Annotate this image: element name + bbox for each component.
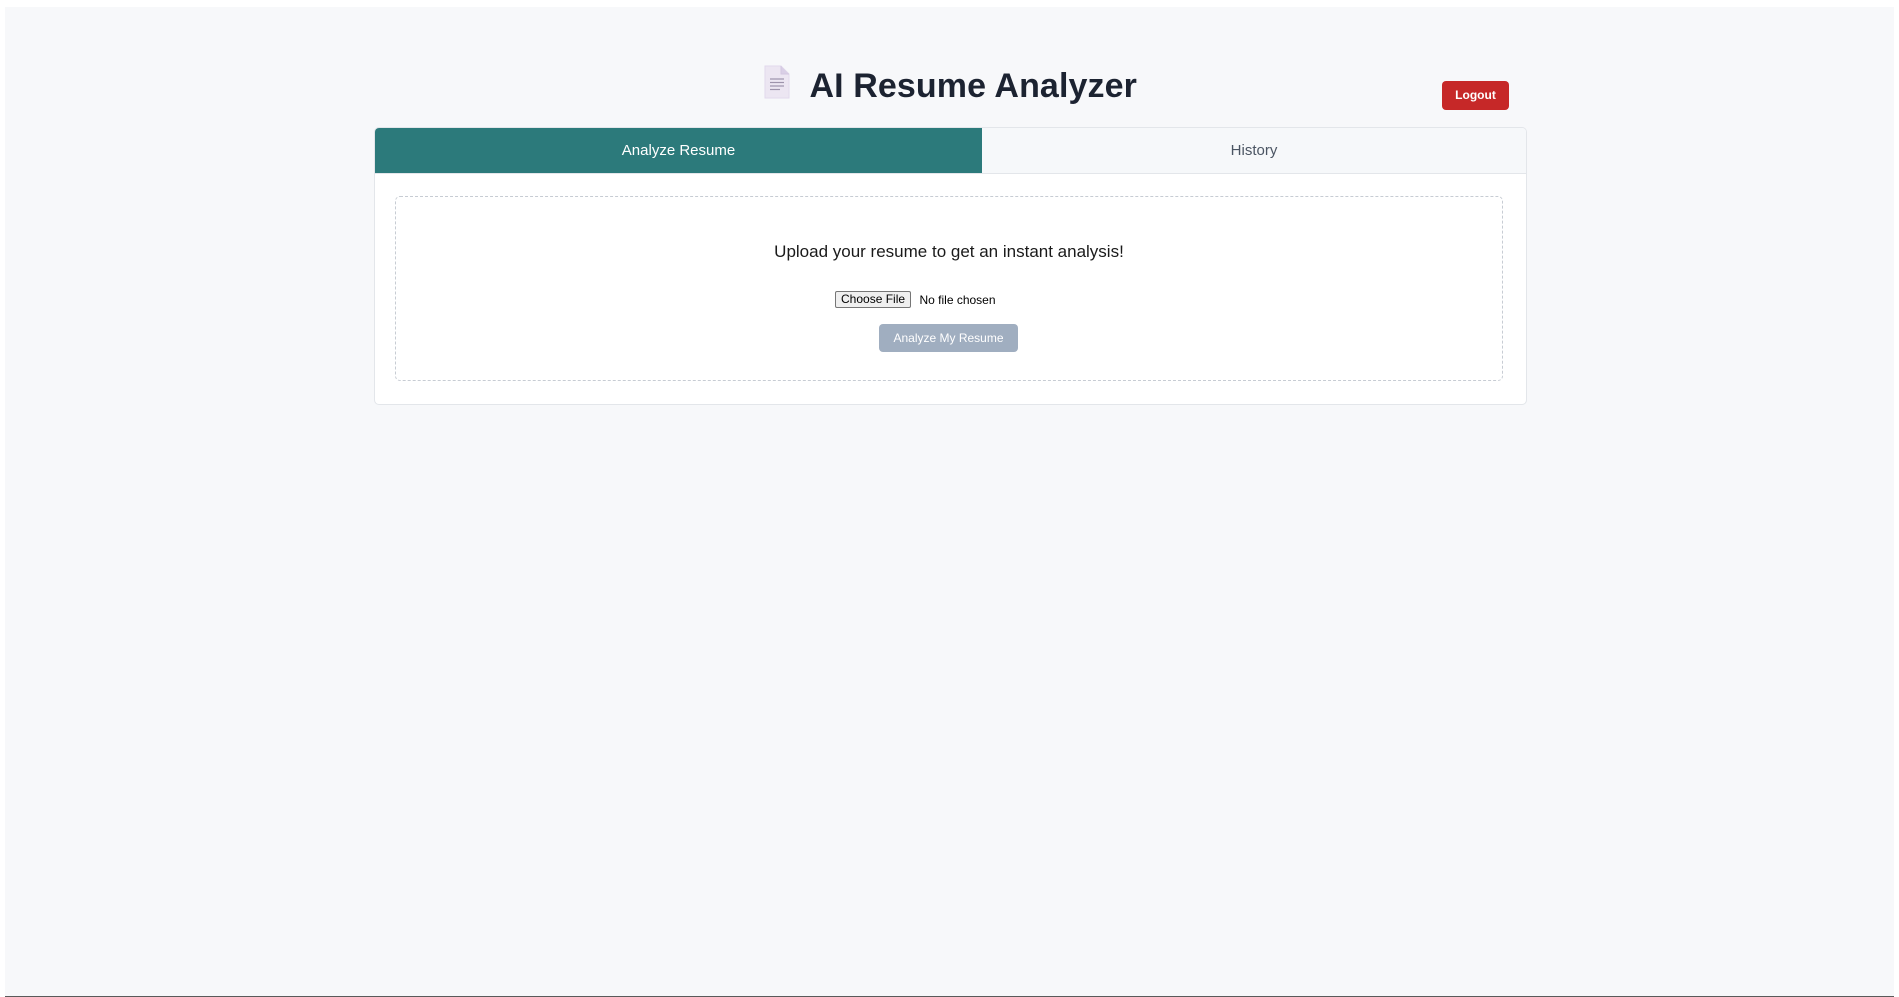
analyzer-card: Analyze Resume History Upload your resum… bbox=[374, 127, 1527, 405]
tab-analyze-resume[interactable]: Analyze Resume bbox=[375, 128, 982, 173]
app-header: AI Resume Analyzer Logout bbox=[5, 59, 1894, 119]
logout-button[interactable]: Logout bbox=[1442, 81, 1509, 110]
tab-bar: Analyze Resume History bbox=[375, 128, 1526, 174]
tab-history[interactable]: History bbox=[982, 128, 1526, 173]
upload-prompt: Upload your resume to get an instant ana… bbox=[774, 242, 1124, 261]
file-status-text: No file chosen bbox=[919, 292, 996, 307]
document-icon bbox=[762, 65, 791, 99]
upload-dropzone: Upload your resume to get an instant ana… bbox=[395, 196, 1503, 381]
page-title: AI Resume Analyzer bbox=[809, 67, 1137, 105]
app-viewport: AI Resume Analyzer Logout Analyze Resume… bbox=[5, 7, 1894, 997]
analyze-resume-button[interactable]: Analyze My Resume bbox=[879, 324, 1018, 352]
choose-file-button[interactable]: Choose File bbox=[835, 291, 912, 309]
title-group: AI Resume Analyzer bbox=[5, 65, 1894, 106]
file-input: Choose File No file chosen bbox=[835, 291, 996, 309]
